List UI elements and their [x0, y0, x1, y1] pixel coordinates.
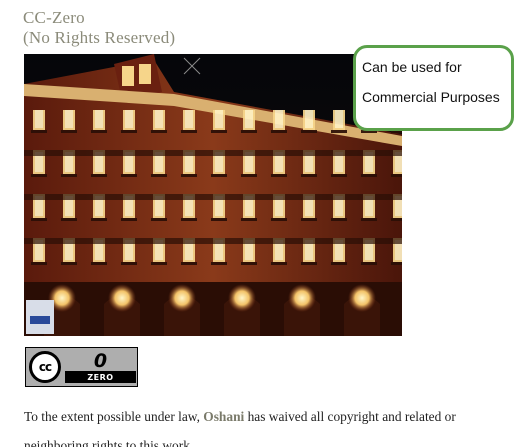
waiver-line2: neighboring rights to this work. — [24, 438, 194, 447]
zero-icon: 0 — [65, 351, 136, 372]
building-photo — [24, 54, 402, 336]
waiver-prefix: To the extent possible under law, — [24, 409, 204, 424]
callout-line2: Commercial Purposes — [362, 89, 500, 105]
waiver-statement: To the extent possible under law, Oshani… — [24, 402, 519, 447]
callout-line1: Can be used for — [362, 59, 462, 75]
rights-holder-link[interactable]: Oshani — [203, 409, 244, 424]
waiver-suffix: has waived all copyright and related or — [244, 409, 456, 424]
cc-icon: cc — [29, 351, 61, 383]
waiver-line1: To the extent possible under law, Oshani… — [24, 402, 519, 431]
license-title-line2: (No Rights Reserved) — [23, 28, 176, 47]
license-title-line1: CC-Zero — [23, 8, 85, 27]
commercial-use-callout: Can be used for Commercial Purposes — [353, 45, 514, 131]
zero-panel: 0 ZERO — [65, 351, 136, 383]
license-title: CC-Zero (No Rights Reserved) — [23, 8, 175, 48]
zero-label: ZERO — [87, 373, 114, 382]
cc-zero-badge[interactable]: cc 0 ZERO — [25, 347, 138, 387]
